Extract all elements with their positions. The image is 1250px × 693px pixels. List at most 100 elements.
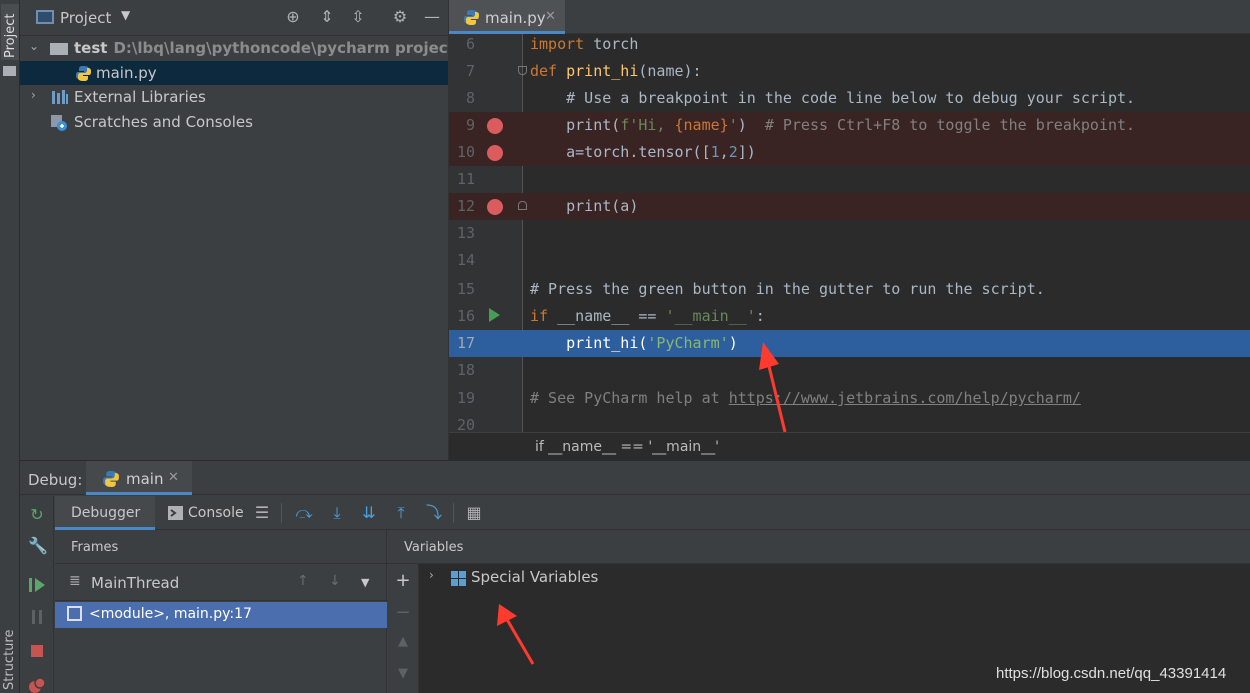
code-text: def print_hi(name): <box>530 62 702 80</box>
folder-icon <box>50 43 68 55</box>
code-text: print_hi('PyCharm') <box>530 334 738 352</box>
tree-item-external-libraries[interactable]: › External Libraries <box>20 85 448 109</box>
project-panel-header: Project ▼ ⊕ ⇕ ⇳ ⚙ — <box>20 0 448 36</box>
debug-session-tab[interactable]: main ✕ <box>86 461 192 495</box>
line-number: 12 <box>456 197 475 215</box>
chevron-down-icon[interactable]: ⌄ <box>29 39 39 53</box>
tree-item-main-py[interactable]: main.py <box>20 61 448 85</box>
stop-icon[interactable] <box>28 642 46 660</box>
code-line[interactable]: 18 <box>449 357 1250 384</box>
frame-icon <box>67 606 82 621</box>
close-icon[interactable]: ✕ <box>545 9 556 24</box>
tree-item-label: External Libraries <box>74 88 206 106</box>
scratches-icon <box>50 114 68 131</box>
tree-item-scratches[interactable]: Scratches and Consoles <box>20 110 448 134</box>
code-line-breakpoint[interactable]: 10 a=torch.tensor([1,2]) <box>449 139 1250 166</box>
code-text: a=torch.tensor([1,2]) <box>530 143 756 161</box>
fold-icon[interactable] <box>518 201 527 210</box>
breadcrumb-label[interactable]: if __name__ == '__main__' <box>535 439 719 455</box>
debug-title-bar: Debug: main ✕ <box>20 461 1250 495</box>
breakpoint-icon[interactable] <box>487 118 503 134</box>
expand-all-icon[interactable]: ⇕ <box>317 7 337 27</box>
arrow-up-icon[interactable]: ↑ <box>297 573 309 589</box>
chevron-right-icon[interactable]: › <box>429 568 434 582</box>
code-line[interactable]: 15 # Press the green button in the gutte… <box>449 276 1250 303</box>
run-gutter-icon[interactable] <box>489 308 500 322</box>
code-text: # Use a breakpoint in the code line belo… <box>530 89 1136 107</box>
code-text: import torch <box>530 35 639 53</box>
hide-panel-icon[interactable]: — <box>422 7 442 27</box>
pause-icon[interactable] <box>28 608 46 626</box>
project-tool-label: Project <box>3 13 18 58</box>
rerun-icon[interactable]: ↻ <box>28 506 46 524</box>
variables-title: Variables <box>404 540 464 555</box>
breakpoint-icon[interactable] <box>487 145 503 161</box>
project-panel-title[interactable]: Project <box>60 9 111 27</box>
code-line[interactable]: 6 import torch <box>449 31 1250 58</box>
thread-icon: ≣ <box>69 573 81 589</box>
code-line[interactable]: 16 if __name__ == '__main__': <box>449 303 1250 330</box>
code-line-breakpoint[interactable]: 12 print(a) <box>449 193 1250 220</box>
code-line[interactable]: 20 <box>449 412 1250 432</box>
code-line[interactable]: 8 # Use a breakpoint in the code line be… <box>449 85 1250 112</box>
close-icon[interactable]: ✕ <box>168 470 179 485</box>
code-line[interactable]: 13 <box>449 220 1250 247</box>
collapse-all-icon[interactable]: ⇳ <box>348 7 368 27</box>
step-out-icon[interactable]: ⤒ <box>390 503 412 523</box>
frame-item[interactable]: <module>, main.py:17 <box>55 602 387 628</box>
line-number: 11 <box>456 170 475 188</box>
project-tool-button[interactable]: Project <box>1 4 19 60</box>
tree-item-label: main.py <box>96 64 157 82</box>
fold-icon[interactable] <box>518 66 527 75</box>
tree-item-test[interactable]: ⌄ test D:\lbq\lang\pythoncode\pycharm pro… <box>20 36 494 60</box>
remove-watch-icon[interactable]: − <box>395 602 411 623</box>
line-number: 16 <box>456 307 475 325</box>
view-breakpoints-icon[interactable] <box>28 676 46 693</box>
tab-console[interactable]: Console <box>161 496 249 530</box>
code-editor: main.py ✕ 6 import torch 7 def print_hi(… <box>448 0 1250 460</box>
editor-tab-bar: main.py ✕ <box>449 0 1250 34</box>
gear-icon[interactable]: ⚙ <box>390 7 410 27</box>
move-down-icon[interactable]: ▼ <box>395 666 411 681</box>
chevron-down-icon[interactable]: ▼ <box>361 576 369 589</box>
show-execution-point-icon[interactable]: ⤼ <box>293 503 315 523</box>
tab-label: main.py <box>485 9 546 27</box>
code-line[interactable]: 14 <box>449 247 1250 274</box>
chevron-down-icon[interactable]: ▼ <box>121 8 130 22</box>
project-view-icon <box>36 10 54 24</box>
tab-debugger[interactable]: Debugger <box>55 496 155 530</box>
code-line[interactable]: 11 <box>449 166 1250 193</box>
settings-wrench-icon[interactable]: 🔧 <box>28 537 48 555</box>
step-over-icon[interactable]: ⤓ <box>326 503 348 523</box>
move-up-icon[interactable]: ▲ <box>395 634 411 649</box>
code-text: print(f'Hi, {name}') # Press Ctrl+F8 to … <box>530 116 1136 134</box>
tab-main-py[interactable]: main.py ✕ <box>449 0 565 34</box>
breadcrumb[interactable]: if __name__ == '__main__' <box>449 432 1250 460</box>
debug-tab-label: main <box>126 470 164 488</box>
step-into-my-code-icon[interactable]: ⇊ <box>358 503 380 523</box>
menu-lines-icon[interactable]: ☰ <box>251 503 273 523</box>
python-file-icon <box>463 9 480 30</box>
library-icon <box>51 89 69 105</box>
code-line-breakpoint[interactable]: 9 print(f'Hi, {name}') # Press Ctrl+F8 t… <box>449 112 1250 139</box>
thread-selector[interactable]: ≣ MainThread ↑ ↓ ▼ <box>55 565 387 601</box>
debugger-toolbar: Debugger Console ☰ ⤼ ⤓ ⇊ ⤒ ⤵ ▦ <box>55 496 1250 530</box>
arrow-down-icon[interactable]: ↓ <box>329 573 341 589</box>
chevron-right-icon[interactable]: › <box>31 88 36 102</box>
line-number: 14 <box>456 251 475 269</box>
tab-console-label: Console <box>188 505 244 521</box>
resume-icon[interactable] <box>28 576 46 594</box>
code-text: # See PyCharm help at https://www.jetbra… <box>530 389 1081 407</box>
line-number: 13 <box>456 224 475 242</box>
breakpoint-icon[interactable] <box>487 199 503 215</box>
locate-file-icon[interactable]: ⊕ <box>283 7 303 27</box>
run-to-cursor-icon[interactable]: ⤵ <box>423 503 445 523</box>
code-text: # Press the green button in the gutter t… <box>530 280 1045 298</box>
code-line[interactable]: 7 def print_hi(name): <box>449 58 1250 85</box>
code-line[interactable]: 19 # See PyCharm help at https://www.jet… <box>449 385 1250 412</box>
evaluate-expression-icon[interactable]: ▦ <box>463 503 485 523</box>
tree-item-label: test D:\lbq\lang\pythoncode\pycharm proje… <box>74 39 494 57</box>
code-line-current[interactable]: 17 print_hi('PyCharm') <box>449 330 1250 357</box>
debug-tool-window: Debug: main ✕ ↻ 🔧 Debugger Console ☰ ⤼ ⤓… <box>20 460 1250 693</box>
add-watch-icon[interactable]: + <box>395 570 411 591</box>
